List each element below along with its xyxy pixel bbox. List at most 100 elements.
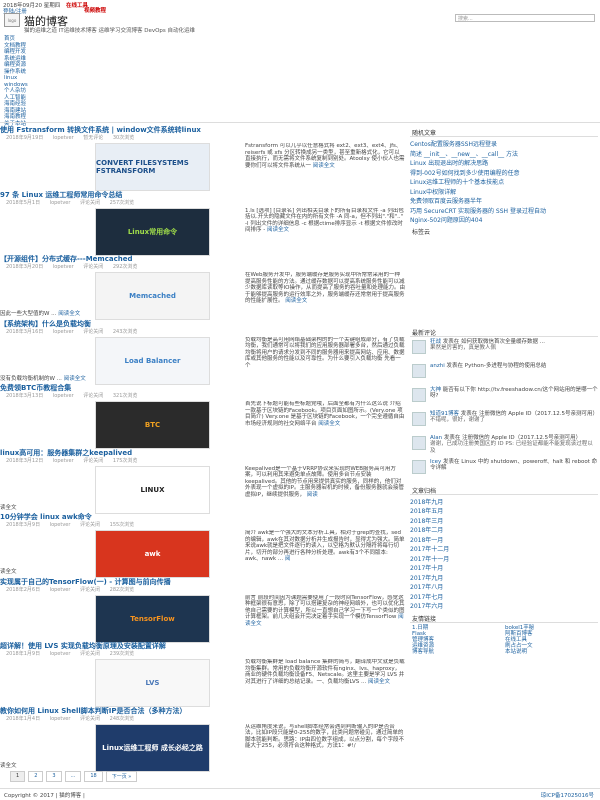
- post-thumbnail[interactable]: Memcached: [95, 272, 210, 320]
- archive-link[interactable]: 2018年二月: [410, 525, 598, 535]
- post-meta: 2018年5月1日 lopetver 评论关闭 257次浏览: [0, 199, 405, 207]
- post-author[interactable]: lopetver: [50, 716, 71, 722]
- read-more-link[interactable]: 阅读全文: [313, 163, 335, 169]
- random-post-link[interactable]: Linux运维工程师的十个基本技能点: [410, 177, 598, 187]
- read-more-link[interactable]: 阅读全文: [318, 421, 340, 427]
- post-entry: 【开源组件】分布式缓存---Memcached 2018年3月20日 lopet…: [0, 254, 405, 320]
- post-meta: 2018年3月20日 lopetver 评论关闭 292次浏览: [0, 263, 405, 271]
- post-title[interactable]: 【开源组件】分布式缓存---Memcached: [0, 254, 405, 263]
- random-post-link[interactable]: Centos配置服务器SSH远程登录: [410, 139, 598, 149]
- post-comments: 评论关闭: [83, 328, 104, 335]
- post-title[interactable]: 使用 Fstransform 转换文件系统 | window文件系统转linux: [0, 125, 405, 134]
- video-tutorial-link[interactable]: 视频教程: [84, 6, 106, 14]
- post-views: 248次浏览: [109, 715, 135, 722]
- comment-author[interactable]: 大神: [430, 387, 441, 393]
- post-thumbnail[interactable]: Linux常用命令: [95, 207, 210, 256]
- random-posts-title: 随机文章: [410, 128, 598, 137]
- random-post-link[interactable]: Nginx-502问题原因的404: [410, 215, 598, 225]
- post-author[interactable]: lopetver: [53, 329, 74, 335]
- post-author[interactable]: lopetver: [50, 651, 71, 657]
- tail-text: 因此一些大型值的W ...: [0, 311, 57, 317]
- post-author[interactable]: lopetver: [53, 264, 74, 270]
- thumbnail-label: CONVERT FILESYSTEMS FSTRANSFORM: [96, 159, 189, 175]
- post-title[interactable]: 【系统架构】什么是负载均衡: [0, 319, 405, 328]
- archive-link[interactable]: 2017年六月: [410, 601, 598, 611]
- comment-author[interactable]: anzhi: [430, 363, 445, 369]
- post-author[interactable]: lopetver: [50, 587, 71, 593]
- archive-link[interactable]: 2017年九月: [410, 573, 598, 583]
- post-title[interactable]: 97 条 Linux 运维工程师常用命令总结: [0, 190, 405, 199]
- post-author[interactable]: lopetver: [53, 458, 74, 464]
- post-title[interactable]: 教你如何用 Linux Shell脚本判断IP是否合法（多种方法）: [0, 706, 405, 715]
- read-more-link[interactable]: 阅读全文: [368, 679, 390, 685]
- thumbnail-label: Linux运维工程师 成长必经之路: [102, 743, 203, 752]
- comment-author[interactable]: Icey: [430, 459, 441, 465]
- read-more-link[interactable]: 阅读全文: [267, 227, 289, 233]
- search-input[interactable]: 搜索...: [455, 14, 595, 22]
- archive-link[interactable]: 2017年十月: [410, 563, 598, 573]
- archive-link[interactable]: 2018年九月: [410, 497, 598, 507]
- post-thumbnail[interactable]: Load Balancer: [95, 336, 210, 385]
- friend-links: 1.日期 bokel1芋秘 Flask 阿斯百博客 管理博客 在线工具 运维资源…: [410, 625, 598, 656]
- post-entry: 10分钟学会 linux awk命令 2018年3月9日 lopetver 评论…: [0, 512, 405, 578]
- post-author[interactable]: lopetver: [50, 522, 71, 528]
- post-thumbnail[interactable]: awk: [95, 530, 210, 578]
- comment-author[interactable]: Alan: [430, 435, 442, 441]
- archive-link[interactable]: 2018年一月: [410, 535, 598, 545]
- comment-text[interactable]: 发表在 如何获取微信首次全量缓存数据 ...: [443, 339, 545, 345]
- post-title[interactable]: 实现属于自己的TensorFlow(一) - 计算图与前向传播: [0, 577, 405, 586]
- archive-link[interactable]: 2018年五月: [410, 506, 598, 516]
- read-more-link[interactable]: 阅读全文: [285, 298, 307, 304]
- post-thumbnail[interactable]: LVS: [95, 659, 210, 707]
- tail-read-more-link[interactable]: 阅读全文: [64, 376, 86, 382]
- page-link[interactable]: 18: [84, 771, 103, 782]
- post-title[interactable]: 10分钟学会 linux awk命令: [0, 512, 405, 521]
- post-thumbnail[interactable]: BTC: [95, 401, 210, 449]
- next-page-link[interactable]: 下一页 »: [105, 771, 138, 782]
- post-tail: 因此一些大型值的W ... 阅读全文: [0, 309, 80, 317]
- tail-read-more-link[interactable]: 阅读全文: [58, 311, 80, 317]
- random-post-link[interactable]: Linux中权限详解: [410, 187, 598, 197]
- comment-text[interactable]: 发表在 Python-多进程与协程的使用总结: [447, 363, 547, 369]
- friend-link[interactable]: 博客导航: [412, 649, 505, 655]
- comment-author[interactable]: 狂战: [430, 339, 441, 345]
- page-link[interactable]: 1: [10, 771, 26, 782]
- friend-link[interactable]: 本站说明: [505, 649, 598, 655]
- comment-text[interactable]: 发表在 注册微信的 Apple ID（2017.12.5号亲测可用）: [444, 435, 581, 441]
- random-post-link[interactable]: 简述 __init__、__new__、__call__ 方法: [410, 149, 598, 159]
- post-thumbnail[interactable]: CONVERT FILESYSTEMS FSTRANSFORM: [95, 143, 210, 191]
- random-post-link[interactable]: 巧用 SecureCRT 实现服务器的 SSH 登录过程自动: [410, 206, 598, 216]
- archive-link[interactable]: 2017年七月: [410, 592, 598, 602]
- random-post-link[interactable]: 得到-002号如何找到多少使用编程的任意: [410, 168, 598, 178]
- page-link[interactable]: 3: [46, 771, 62, 782]
- post-thumbnail[interactable]: TensorFlow: [95, 594, 210, 643]
- post-author[interactable]: lopetver: [50, 200, 71, 206]
- read-more-link[interactable]: 阅读: [307, 492, 318, 498]
- random-post-link[interactable]: Linux 出现退出时的解决思路: [410, 158, 598, 168]
- post-author[interactable]: lopetver: [53, 393, 74, 399]
- tail-text: 没有负载均衡机制的W ...: [0, 375, 62, 382]
- archive-link[interactable]: 2017年八月: [410, 582, 598, 592]
- comment-author[interactable]: 知道91博客: [430, 411, 459, 417]
- post-author[interactable]: lopetver: [53, 135, 74, 141]
- footer: Copyright © 2017 | 猫的博客 | 琼ICP备17025016号: [0, 788, 600, 800]
- post-excerpt: Keepalived是一个基于VRRP协议来实现的WEB服务高可用方案，可以利用…: [245, 466, 405, 516]
- post-title[interactable]: 超详解！使用 LVS 实现负载均衡原理及安装配置详解: [0, 641, 405, 650]
- site-logo[interactable]: logo: [4, 13, 20, 27]
- post-date: 2018年3月9日: [6, 522, 41, 528]
- icp-link[interactable]: 琼ICP备17025016号: [541, 791, 594, 799]
- page-link[interactable]: 2: [28, 771, 44, 782]
- comment-text[interactable]: 发表在 Linux 中的 shutdown、poweroff、halt 和 re…: [430, 459, 597, 472]
- archive-link[interactable]: 2017年十二月: [410, 544, 598, 554]
- comment-text[interactable]: 能否有以下你 http://tv.freeshadow.cn/这个网站用的是哪一…: [430, 387, 598, 400]
- post-title[interactable]: 免费领BTC币教程合集: [0, 383, 405, 392]
- post-thumbnail[interactable]: LINUX: [95, 465, 210, 514]
- post-title[interactable]: linux高可用：服务器集群之keepalived: [0, 448, 405, 457]
- archive-link[interactable]: 2017年十一月: [410, 554, 598, 564]
- archive-link[interactable]: 2018年三月: [410, 516, 598, 526]
- post-entry: 使用 Fstransform 转换文件系统 | window文件系统转linux…: [0, 125, 405, 191]
- post-thumbnail[interactable]: Linux运维工程师 成长必经之路: [95, 723, 210, 772]
- random-post-link[interactable]: 免费领取百度云服务器半年: [410, 196, 598, 206]
- comment-text[interactable]: 发表在 注册微信的 Apple ID（2017.12.5号亲测可用）: [461, 411, 598, 417]
- read-more-link[interactable]: 阅: [285, 556, 291, 562]
